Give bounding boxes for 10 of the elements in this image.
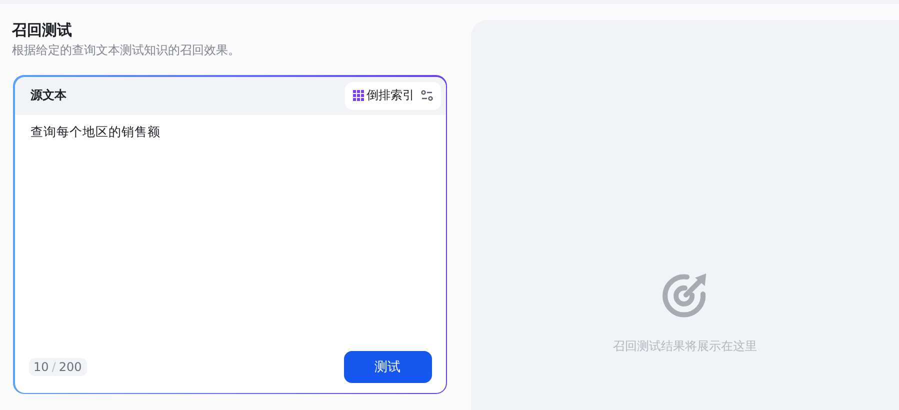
character-counter: 10 / 200 <box>28 358 87 376</box>
page-title: 召回测试 <box>12 20 72 40</box>
empty-state-text: 召回测试结果将展示在这里 <box>613 338 757 355</box>
settings-icon <box>420 90 432 101</box>
page-subtitle: 根据给定的查询文本测试知识的召回效果。 <box>12 42 240 58</box>
query-input-field[interactable]: 查询每个地区的销售额 <box>14 114 446 350</box>
test-button[interactable]: 测试 <box>344 350 432 382</box>
index-mode-button[interactable]: 倒排索引 <box>344 82 440 110</box>
grid-icon <box>352 90 364 101</box>
source-label: 源文本 <box>30 87 66 104</box>
